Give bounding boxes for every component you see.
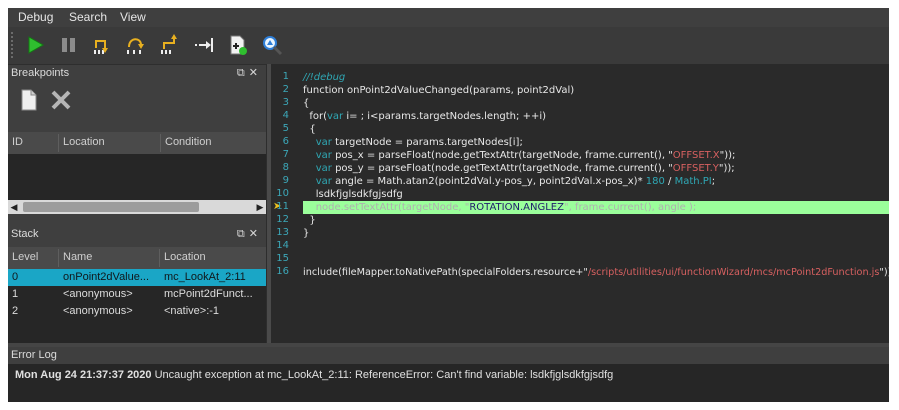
line-number: 16	[276, 266, 289, 277]
step-over-icon[interactable]	[124, 33, 148, 57]
code-line: {	[303, 124, 316, 135]
scroll-right-icon[interactable]: ▶	[254, 200, 266, 214]
code-line: include(fileMapper.toNativePath(specialF…	[303, 267, 889, 278]
close-panel-icon[interactable]: ✕	[249, 67, 262, 79]
breakpoints-panel-title: Breakpoints ⧉✕	[8, 65, 266, 81]
code-line: var angle = Math.atan2(point2dVal.y-pos_…	[315, 176, 716, 187]
run-icon[interactable]	[23, 33, 47, 57]
code-line: function onPoint2dValueChanged(params, p…	[303, 85, 575, 96]
line-number: 1	[282, 71, 289, 82]
line-number: 10	[276, 188, 289, 199]
code-editor[interactable]: 1 2 3 4 5 6 7 8 9 10 ➤ 11 12 13 14 15 16…	[271, 64, 889, 343]
line-number: 9	[282, 175, 289, 186]
pause-icon[interactable]	[57, 33, 81, 57]
error-message: Mon Aug 24 21:37:37 2020 Uncaught except…	[15, 369, 613, 381]
error-log-panel-title: Error Log	[8, 347, 889, 364]
line-number: 3	[282, 97, 289, 108]
breakpoints-title: Breakpoints	[11, 67, 70, 79]
code-line: //!debug	[303, 72, 346, 83]
run-to-cursor-icon[interactable]	[192, 33, 216, 57]
stack-name: onPoint2dValue...	[63, 271, 150, 283]
line-number: 5	[282, 123, 289, 134]
table-row[interactable]: 0 onPoint2dValue... mc_LookAt_2:11	[8, 269, 266, 286]
code-line: var targetNode = params.targetNodes[i];	[315, 137, 523, 148]
code-line: lsdkfjglsdkfgjsdfg	[303, 189, 403, 200]
breakpoints-table-header: ID Location Condition	[8, 132, 266, 155]
col-condition[interactable]: Condition	[165, 136, 211, 148]
code-line: var pos_x = parseFloat(node.getTextAttr(…	[315, 150, 736, 161]
line-number: 12	[276, 214, 289, 225]
toolbar	[8, 27, 889, 65]
stack-location: mcPoint2dFunct...	[164, 288, 253, 300]
menu-debug[interactable]: Debug	[18, 10, 53, 24]
stack-level: 1	[12, 288, 19, 300]
stack-level: 2	[12, 305, 19, 317]
table-row[interactable]: 2 <anonymous> <native>:-1	[8, 303, 266, 320]
stack-panel-buttons: ⧉✕	[237, 227, 262, 241]
code-line: {	[303, 98, 310, 109]
line-number: 13	[276, 227, 289, 238]
error-log-body[interactable]: Mon Aug 24 21:37:37 2020 Uncaught except…	[8, 364, 889, 402]
line-number: 15	[276, 253, 289, 264]
close-panel-icon[interactable]: ✕	[249, 228, 262, 240]
line-number: 11	[276, 201, 289, 212]
menu-bar: Debug Search View	[8, 8, 889, 27]
line-number: 4	[282, 110, 289, 121]
breakpoints-panel-buttons: ⧉✕	[237, 66, 262, 80]
line-number-gutter[interactable]: 1 2 3 4 5 6 7 8 9 10 ➤ 11 12 13 14 15 16	[271, 64, 303, 343]
error-timestamp: Mon Aug 24 21:37:37 2020	[15, 369, 152, 381]
col-id[interactable]: ID	[12, 136, 23, 148]
scroll-left-icon[interactable]: ◀	[8, 200, 20, 214]
stack-table-header: Level Name Location	[8, 247, 266, 270]
float-panel-icon[interactable]: ⧉	[237, 228, 249, 240]
stack-name: <anonymous>	[63, 288, 133, 300]
stack-title: Stack	[11, 228, 39, 240]
col-name[interactable]: Name	[63, 251, 92, 263]
line-number: 8	[282, 162, 289, 173]
code-line: var pos_y = parseFloat(node.getTextAttr(…	[315, 163, 735, 174]
scroll-thumb[interactable]	[23, 202, 199, 212]
col-level[interactable]: Level	[12, 251, 38, 263]
stack-location: mc_LookAt_2:11	[164, 271, 246, 283]
stack-table-body: 0 onPoint2dValue... mc_LookAt_2:11 1 <an…	[8, 269, 266, 343]
toolbar-grip[interactable]	[11, 32, 17, 58]
code-line: for(var i= ; i<params.targetNodes.length…	[303, 111, 547, 122]
col-location[interactable]: Location	[63, 136, 105, 148]
stack-location: <native>:-1	[164, 305, 220, 317]
step-out-icon[interactable]	[158, 33, 182, 57]
table-row[interactable]: 1 <anonymous> mcPoint2dFunct...	[8, 286, 266, 303]
new-breakpoint-icon[interactable]	[17, 88, 41, 112]
step-into-icon[interactable]	[91, 33, 115, 57]
stack-panel-title: Stack ⧉✕	[8, 226, 266, 242]
breakpoints-toolbar	[8, 83, 266, 119]
breakpoints-table-body	[8, 154, 266, 200]
error-text: Uncaught exception at mc_LookAt_2:11: Re…	[154, 369, 614, 381]
menu-view[interactable]: View	[120, 10, 146, 24]
add-watch-icon[interactable]	[226, 33, 250, 57]
error-log-title: Error Log	[11, 349, 57, 361]
line-number: 2	[282, 84, 289, 95]
col-stack-location[interactable]: Location	[164, 251, 206, 263]
float-panel-icon[interactable]: ⧉	[237, 67, 249, 79]
delete-breakpoint-icon[interactable]	[49, 88, 73, 112]
menu-search[interactable]: Search	[69, 10, 107, 24]
line-number: 14	[276, 240, 289, 251]
current-code-line: node.setTextAttr(targetNode, "ROTATION.A…	[303, 201, 889, 214]
breakpoints-hscrollbar[interactable]: ◀ ▶	[8, 200, 266, 214]
debugger-window: Debug Search View Breakpoints ⧉✕ ID Loca…	[8, 8, 889, 402]
code-line: }	[303, 215, 316, 226]
code-line: }	[303, 228, 310, 239]
inspect-icon[interactable]	[260, 33, 284, 57]
line-number: 7	[282, 149, 289, 160]
stack-name: <anonymous>	[63, 305, 133, 317]
stack-level: 0	[12, 271, 19, 283]
line-number: 6	[282, 136, 289, 147]
